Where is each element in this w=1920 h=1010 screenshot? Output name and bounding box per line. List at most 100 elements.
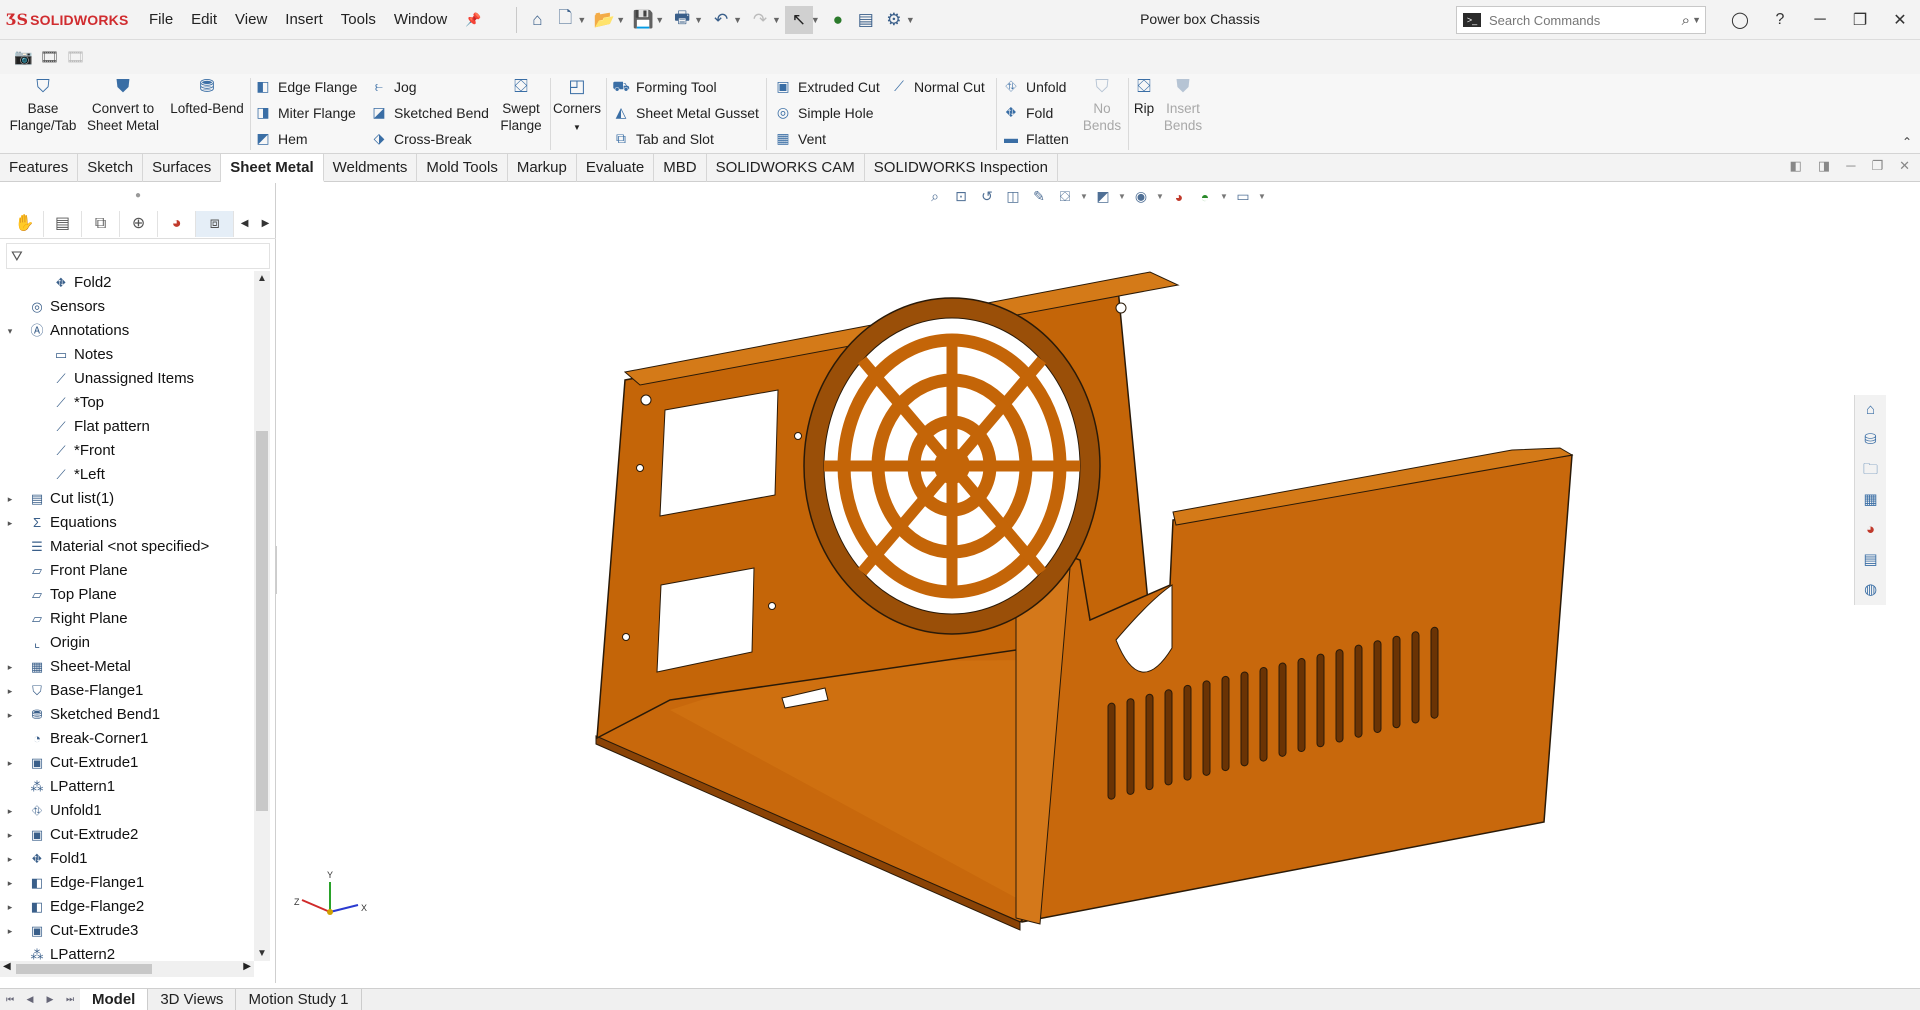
view-orientation-icon[interactable]: ⛋	[1054, 188, 1076, 205]
expand-arrow-icon[interactable]: ▸	[4, 751, 16, 775]
design-library-icon[interactable]: ⛁	[1855, 425, 1886, 455]
previous-view-icon[interactable]: ↺	[976, 188, 998, 205]
record-icon[interactable]: 🎞	[40, 48, 66, 66]
corners-dropdown-icon[interactable]: ▼	[573, 123, 581, 132]
expand-arrow-icon[interactable]: ▸	[4, 487, 16, 511]
tree-node[interactable]: ▱ Top Plane	[0, 583, 254, 607]
display-manager-tab-icon[interactable]: ◕	[158, 210, 197, 237]
cam-manager-tab-icon[interactable]: ⧈	[196, 210, 235, 237]
apply-scene-icon[interactable]: ◓	[1194, 189, 1216, 205]
new-document-icon[interactable]: 🗋	[551, 6, 579, 34]
tree-node[interactable]: ⟋ Unassigned Items	[0, 367, 254, 391]
search-commands-input[interactable]: Search Commands	[1489, 13, 1682, 28]
simple-hole-button[interactable]: ◎ Simple Hole	[774, 102, 874, 124]
save-icon[interactable]: 💾	[629, 6, 657, 34]
section-view-icon[interactable]: ◫	[1002, 188, 1024, 205]
search-dropdown-icon[interactable]: ▼	[1692, 15, 1701, 25]
insert-bends-button[interactable]: ⛊ Insert Bends	[1160, 77, 1206, 134]
tab-and-slot-button[interactable]: ⧉ Tab and Slot	[612, 128, 714, 150]
tree-node[interactable]: ⁂ LPattern2	[0, 943, 254, 961]
view-settings-dropdown-icon[interactable]: ▼	[1258, 192, 1266, 201]
edge-flange-button[interactable]: ◧ Edge Flange	[254, 76, 357, 98]
select-icon[interactable]: ↖	[784, 5, 813, 34]
viewport-restore-icon[interactable]: ❐	[1871, 158, 1883, 174]
menu-tools[interactable]: Tools	[332, 11, 385, 28]
tree-node[interactable]: ▸ ⛉ Base-Flange1	[0, 679, 254, 703]
help-icon[interactable]: ?	[1760, 11, 1800, 29]
display-style-dropdown-icon[interactable]: ▼	[1118, 192, 1126, 201]
lofted-bend-button[interactable]: ⛃ Lofted-Bend	[166, 77, 248, 117]
tree-node[interactable]: ▸ ◧ Edge-Flange1	[0, 871, 254, 895]
tab-solidworks-inspection[interactable]: SOLIDWORKS Inspection	[865, 154, 1058, 182]
sketched-bend-button[interactable]: ◪ Sketched Bend	[370, 102, 489, 124]
tab-sheet-metal[interactable]: Sheet Metal	[221, 154, 324, 182]
expand-arrow-icon[interactable]: ▸	[4, 655, 16, 679]
flatten-button[interactable]: ▬ Flatten	[1002, 128, 1069, 150]
zoom-to-area-icon[interactable]: ⊡	[950, 188, 972, 205]
expand-arrow-icon[interactable]: ▸	[4, 919, 16, 943]
expand-arrow-icon[interactable]: ▸	[4, 679, 16, 703]
tree-node[interactable]: ▸ ▤ Cut list(1)	[0, 487, 254, 511]
record-stop-icon[interactable]: 🎞	[66, 48, 92, 66]
viewport-minimize-icon[interactable]: ─	[1846, 158, 1855, 174]
tree-node[interactable]: ▭ Notes	[0, 343, 254, 367]
tree-filter[interactable]: ⛛	[6, 243, 270, 269]
normal-cut-button[interactable]: ⟋ Normal Cut	[890, 76, 985, 98]
apply-scene-dropdown-icon[interactable]: ▼	[1220, 192, 1228, 201]
first-tab-icon[interactable]: ⏮	[0, 994, 20, 1005]
tree-node[interactable]: ▸ ⛃ Sketched Bend1	[0, 703, 254, 727]
tree-node[interactable]: ▾ Ⓐ Annotations	[0, 319, 254, 343]
menu-edit[interactable]: Edit	[182, 11, 226, 28]
camera-icon[interactable]: 📷	[14, 48, 40, 66]
tree-node[interactable]: ☰ Material <not specified>	[0, 535, 254, 559]
open-icon[interactable]: 📂	[590, 6, 618, 34]
options-icon[interactable]: ⚙	[880, 6, 908, 34]
restore-icon[interactable]: ❐	[1840, 10, 1880, 30]
community-icon[interactable]: ◍	[1855, 575, 1886, 605]
last-tab-icon[interactable]: ⏭	[60, 994, 80, 1005]
account-icon[interactable]: ◯	[1720, 10, 1760, 30]
tree-node[interactable]: ▸ ⛖ Fold1	[0, 847, 254, 871]
select-dropdown-icon[interactable]: ▼	[811, 15, 820, 25]
hem-button[interactable]: ◩ Hem	[254, 128, 307, 150]
open-dropdown-icon[interactable]: ▼	[616, 15, 625, 25]
corners-button[interactable]: ◰ Corners ▼	[552, 77, 602, 136]
tree-horizontal-scrollbar[interactable]: ◀ ▶	[0, 961, 254, 977]
tree-node[interactable]: ⟋ Flat pattern	[0, 415, 254, 439]
expand-arrow-icon[interactable]: ▸	[4, 823, 16, 847]
extruded-cut-button[interactable]: ▣ Extruded Cut	[774, 76, 879, 98]
tab-scroll-right-icon[interactable]: ▶	[255, 218, 276, 229]
tree-node[interactable]: ▸ ▦ Sheet-Metal	[0, 655, 254, 679]
search-commands-box[interactable]: >_ Search Commands ⌕ ▼	[1456, 6, 1706, 34]
rebuild-icon[interactable]: ●	[824, 6, 852, 34]
solidworks-resources-icon[interactable]: ⌂	[1855, 395, 1886, 425]
expand-arrow-icon[interactable]: ▸	[4, 799, 16, 823]
tree-node[interactable]: ▸ ▣ Cut-Extrude2	[0, 823, 254, 847]
tab-solidworks-cam[interactable]: SOLIDWORKS CAM	[707, 154, 865, 182]
graphics-area[interactable]: Y X Z ⌂ ⛁ 🗀 ▦ ◕ ▤ ◍	[277, 183, 1886, 983]
tab-features[interactable]: Features	[0, 154, 79, 182]
view-palette-icon[interactable]: ▦	[1855, 485, 1886, 515]
feature-manager-tab-icon[interactable]: ✋	[6, 210, 45, 237]
scroll-up-icon[interactable]: ▲	[254, 273, 270, 284]
tree-node[interactable]: ⛖ Fold2	[0, 271, 254, 295]
save-dropdown-icon[interactable]: ▼	[655, 15, 664, 25]
hide-show-dropdown-icon[interactable]: ▼	[1156, 192, 1164, 201]
tree-node[interactable]: ▸ ▣ Cut-Extrude1	[0, 751, 254, 775]
solidworks-logo[interactable]: ƷS SOLIDWORKS	[0, 10, 140, 29]
no-bends-button[interactable]: ⛉ No Bends	[1080, 77, 1124, 134]
jog-button[interactable]: ⥼ Jog	[370, 76, 417, 98]
collapse-arrow-icon[interactable]: ▾	[4, 319, 16, 343]
tree-node[interactable]: ⁂ LPattern1	[0, 775, 254, 799]
appearances-icon[interactable]: ◕	[1855, 515, 1886, 545]
h-scroll-thumb[interactable]	[16, 964, 152, 974]
miter-flange-button[interactable]: ◨ Miter Flange	[254, 102, 355, 124]
menu-file[interactable]: File	[140, 11, 182, 28]
next-tab-icon[interactable]: ▶	[40, 994, 60, 1005]
chassis-model[interactable]: Y X Z	[277, 183, 1886, 983]
tree-vertical-scrollbar[interactable]: ▲ ▼	[254, 271, 270, 961]
tab-weldments[interactable]: Weldments	[324, 154, 418, 182]
file-properties-icon[interactable]: ▤	[852, 6, 880, 34]
bottom-tab-3d-views[interactable]: 3D Views	[148, 989, 237, 1010]
convert-to-sheet-metal-button[interactable]: ⛊ Convert to Sheet Metal	[84, 77, 162, 134]
